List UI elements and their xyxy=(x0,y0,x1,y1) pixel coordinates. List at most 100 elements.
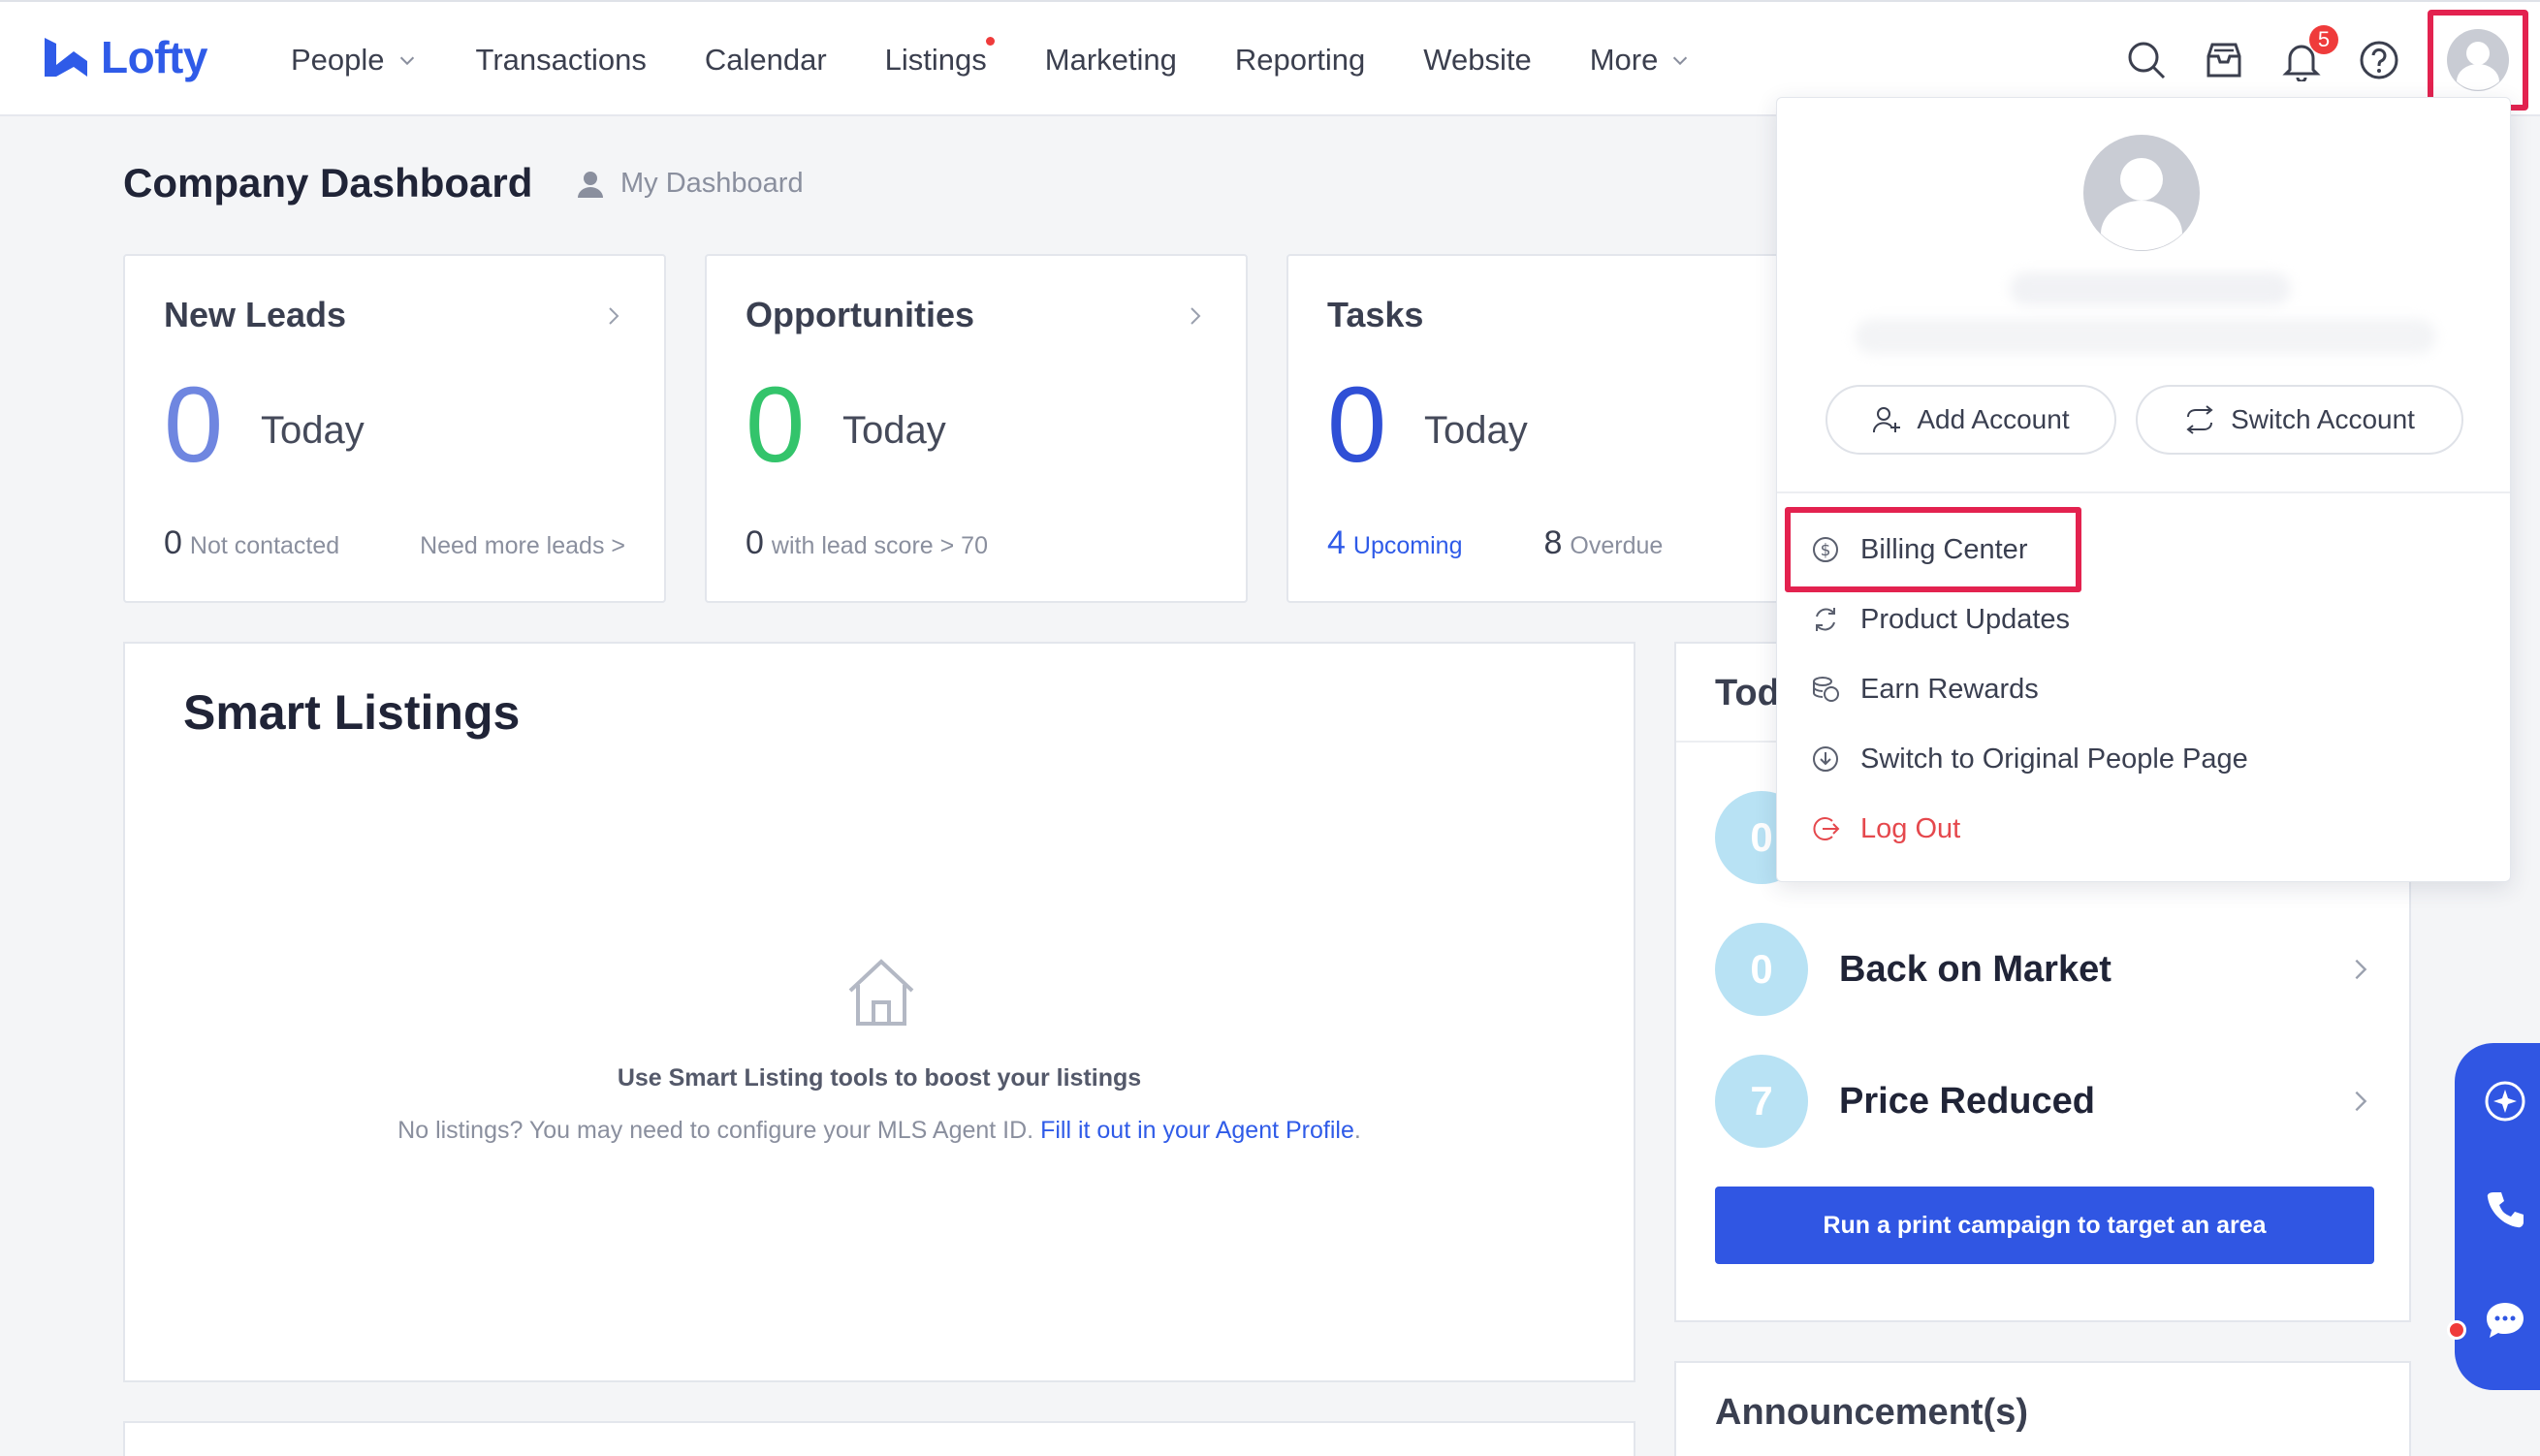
chevron-right-icon xyxy=(2355,1091,2367,1112)
ai-assistant-button[interactable] xyxy=(2482,1078,2528,1124)
not-contacted-label: Not contacted xyxy=(189,532,340,559)
menu-item-label: Product Updates xyxy=(1860,603,2071,635)
nav-item-label: Website xyxy=(1423,43,1532,77)
smart-listings-card: Smart Listings Use Smart Listing tools t… xyxy=(123,642,1635,1382)
lofty-logo-icon xyxy=(45,38,87,77)
menu-item-label: Log Out xyxy=(1860,812,1961,844)
nav-item-calendar[interactable]: Calendar xyxy=(705,43,827,78)
chevron-right-icon xyxy=(609,307,619,325)
period-label: Today xyxy=(261,409,365,452)
count-circle: 0 xyxy=(1715,923,1808,1016)
overdue-count: 8 xyxy=(1543,524,1563,561)
back-on-market-row[interactable]: 0 Back on Market xyxy=(1715,923,2374,1016)
chat-icon xyxy=(2487,1303,2524,1338)
new-dot-indicator xyxy=(985,37,995,46)
today-card-title: Tod xyxy=(1715,673,1780,713)
row-label: Price Reduced xyxy=(1839,1080,2095,1122)
card-title: New Leads xyxy=(164,295,347,334)
nav-item-marketing[interactable]: Marketing xyxy=(1045,43,1177,78)
smart-listings-title: Smart Listings xyxy=(183,685,521,740)
phone-button[interactable] xyxy=(2482,1187,2528,1233)
high-score-label: with lead score > 70 xyxy=(771,532,988,559)
empty-state-heading: Use Smart Listing tools to boost your li… xyxy=(617,1064,1142,1092)
empty-state-suffix: . xyxy=(1353,1117,1361,1144)
period-label: Today xyxy=(842,409,946,452)
divider xyxy=(1777,491,2510,493)
switch-icon xyxy=(2186,405,2213,434)
add-account-button[interactable]: Add Account xyxy=(1826,385,2116,455)
switch-account-button[interactable]: Switch Account xyxy=(2136,385,2463,455)
tasks-count: 0 xyxy=(1327,365,1387,485)
empty-state-sub: No listings? You may need to configure y… xyxy=(397,1117,1034,1144)
opportunities-card[interactable]: Opportunities 0 Today 0 with lead score … xyxy=(705,254,1248,603)
nav-item-reporting[interactable]: Reporting xyxy=(1235,43,1365,78)
account-avatar-button[interactable] xyxy=(2428,10,2528,111)
upcoming-count: 4 xyxy=(1327,524,1346,561)
logo-text: Lofty xyxy=(101,32,207,82)
need-more-leads-link[interactable]: Need more leads > xyxy=(420,532,625,560)
user-icon xyxy=(578,171,603,198)
notifications-button[interactable]: 5 xyxy=(2280,25,2338,81)
nav-item-label: Reporting xyxy=(1234,43,1366,77)
inbox-icon xyxy=(2207,43,2241,78)
chevron-right-icon xyxy=(2355,959,2367,980)
tasks-card[interactable]: Tasks 0 Today 4 Upcoming 8 Overdue xyxy=(1286,254,1829,603)
nav-item-label: Calendar xyxy=(704,43,827,77)
blurred-user-email xyxy=(1855,319,2436,354)
print-campaign-button[interactable]: Run a print campaign to target an area xyxy=(1715,1187,2374,1264)
menu-item-log-out[interactable]: Log Out xyxy=(1810,802,1960,856)
nav-item-listings[interactable]: Listings xyxy=(884,37,995,78)
agent-profile-link[interactable]: Fill it out in your Agent Profile xyxy=(1040,1117,1354,1144)
nav-item-transactions[interactable]: Transactions xyxy=(476,43,647,78)
menu-item-switch-people-page[interactable]: Switch to Original People Page xyxy=(1810,732,2248,786)
chevron-down-icon xyxy=(399,56,414,66)
opportunities-count: 0 xyxy=(746,365,806,485)
card-footer: 0 Not contacted xyxy=(164,524,339,562)
coins-icon xyxy=(1810,674,1841,705)
main-nav: People Transactions Calendar Listings Ma… xyxy=(291,2,1749,118)
upcoming-label[interactable]: Upcoming xyxy=(1353,532,1463,560)
card-footer: 4 Upcoming 8 Overdue xyxy=(1327,524,1663,562)
menu-item-label: Earn Rewards xyxy=(1860,673,2039,705)
switch-account-label: Switch Account xyxy=(2231,404,2415,434)
chat-button[interactable] xyxy=(2482,1297,2528,1344)
card-title: Opportunities xyxy=(746,295,974,334)
nav-item-label: More xyxy=(1589,43,1659,77)
new-leads-card[interactable]: New Leads 0 Today 0 Not contacted Need m… xyxy=(123,254,666,603)
nav-item-label: Marketing xyxy=(1044,43,1177,77)
price-reduced-row[interactable]: 7 Price Reduced xyxy=(1715,1055,2374,1148)
period-label: Today xyxy=(1424,409,1528,452)
billing-center-highlight xyxy=(1785,507,2081,592)
nav-item-website[interactable]: Website xyxy=(1423,43,1531,78)
avatar-icon xyxy=(2447,29,2509,91)
nav-item-people[interactable]: People xyxy=(291,43,418,78)
not-contacted-count: 0 xyxy=(164,524,182,561)
next-card xyxy=(123,1421,1635,1456)
notification-badge: 5 xyxy=(2309,25,2338,54)
nav-item-more[interactable]: More xyxy=(1590,43,1692,78)
page-title: Company Dashboard xyxy=(123,160,533,206)
nav-item-label: Listings xyxy=(884,43,987,77)
menu-item-product-updates[interactable]: Product Updates xyxy=(1810,592,2070,647)
row-label: Back on Market xyxy=(1839,948,2111,990)
help-button[interactable] xyxy=(2358,39,2400,81)
menu-item-earn-rewards[interactable]: Earn Rewards xyxy=(1810,662,2039,716)
chat-unread-dot xyxy=(2447,1320,2466,1340)
nav-item-label: People xyxy=(291,43,385,77)
high-score-count: 0 xyxy=(746,524,764,561)
inbox-button[interactable] xyxy=(2203,39,2245,81)
phone-icon xyxy=(2487,1192,2524,1228)
overdue-label[interactable]: Overdue xyxy=(1570,532,1663,560)
logo[interactable]: Lofty xyxy=(41,31,207,83)
account-menu: Add Account Switch Account $ Billing Cen… xyxy=(1776,97,2511,882)
new-leads-count: 0 xyxy=(164,365,224,485)
refresh-icon xyxy=(1810,604,1841,635)
help-icon xyxy=(2360,41,2398,79)
chevron-right-icon xyxy=(1191,307,1201,325)
card-title: Tasks xyxy=(1327,295,1424,334)
search-button[interactable] xyxy=(2125,39,2168,81)
card-footer: 0 with lead score > 70 xyxy=(746,524,988,562)
announcements-title: Announcement(s) xyxy=(1715,1392,2028,1433)
sparkle-icon xyxy=(2485,1081,2525,1122)
my-dashboard-link[interactable]: My Dashboard xyxy=(576,168,804,200)
